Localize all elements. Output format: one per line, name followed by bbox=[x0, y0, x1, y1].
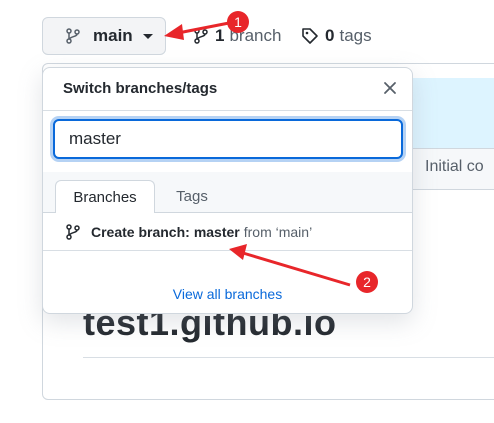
annotation-badge-2: 2 bbox=[356, 271, 378, 293]
annotation-arrow-2 bbox=[229, 244, 351, 287]
annotation-layer bbox=[164, 21, 351, 287]
annotation-badge-1: 1 bbox=[227, 11, 249, 33]
annotation-arrow-1 bbox=[164, 21, 230, 40]
